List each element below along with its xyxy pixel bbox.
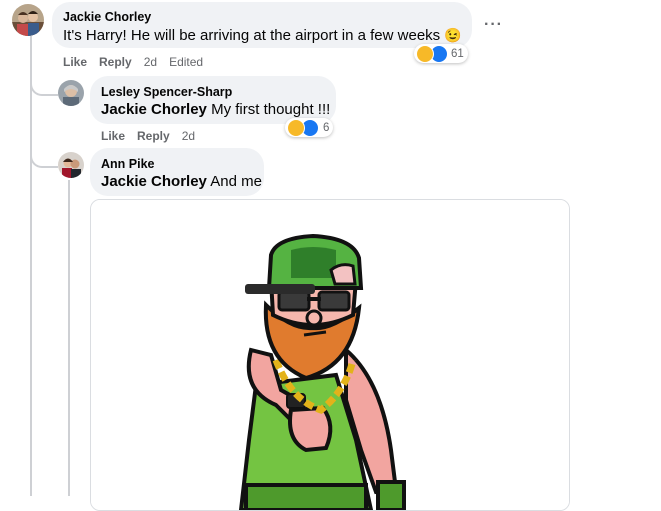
timestamp[interactable]: 2d bbox=[182, 129, 195, 143]
thread-curve-1 bbox=[30, 74, 58, 96]
comment-bubble: Lesley Spencer-Sharp Jackie Chorley My f… bbox=[90, 76, 336, 124]
comment-bubble: Jackie Chorley It's Harry! He will be ar… bbox=[52, 2, 472, 48]
avatar[interactable] bbox=[58, 80, 84, 106]
edited-label: Edited bbox=[169, 55, 204, 69]
reaction-summary[interactable]: 6 bbox=[285, 118, 334, 137]
laugh-emoji-icon bbox=[287, 118, 305, 137]
like-button[interactable]: Like bbox=[63, 55, 87, 69]
reaction-summary[interactable]: 61 bbox=[414, 44, 468, 63]
comment-body: My first thought !!! bbox=[211, 101, 331, 118]
comment-body: It's Harry! He will be arriving at the a… bbox=[63, 27, 441, 44]
avatar[interactable] bbox=[12, 4, 44, 36]
comment-body: And me bbox=[210, 173, 262, 190]
mention-link[interactable]: Jackie Chorley bbox=[101, 101, 207, 118]
reaction-count: 6 bbox=[323, 121, 330, 134]
avatar-photo bbox=[58, 80, 84, 106]
mention-link[interactable]: Jackie Chorley bbox=[101, 173, 207, 190]
thread-line bbox=[30, 36, 32, 496]
thread-curve-2 bbox=[30, 146, 58, 168]
reply-thread-line bbox=[68, 180, 70, 496]
like-button[interactable]: Like bbox=[101, 129, 125, 143]
avatar-photo bbox=[58, 152, 84, 178]
comment-text: It's Harry! He will be arriving at the a… bbox=[63, 27, 462, 44]
reply-button[interactable]: Reply bbox=[137, 129, 170, 143]
comment-author[interactable]: Ann Pike bbox=[101, 157, 155, 171]
avatar[interactable] bbox=[58, 152, 84, 178]
comment-author[interactable]: Jackie Chorley bbox=[63, 10, 151, 24]
comment-text: Jackie Chorley And me bbox=[101, 173, 262, 190]
wink-emoji: 😉 bbox=[444, 27, 462, 43]
more-options-icon[interactable]: ··· bbox=[484, 16, 503, 34]
comment-actions: Like Reply 2d Edited bbox=[63, 55, 215, 69]
laugh-emoji-icon bbox=[416, 44, 434, 63]
timestamp[interactable]: 2d bbox=[144, 55, 157, 69]
gif-attachment[interactable] bbox=[90, 199, 570, 511]
leprechaun-gif-image bbox=[91, 200, 569, 510]
comment-text: Jackie Chorley My first thought !!! bbox=[101, 101, 330, 118]
reply-button[interactable]: Reply bbox=[99, 55, 132, 69]
avatar-photo bbox=[12, 4, 44, 36]
reaction-count: 61 bbox=[451, 47, 464, 60]
comment-author[interactable]: Lesley Spencer-Sharp bbox=[101, 85, 232, 99]
comment-actions: Like Reply 2d bbox=[101, 129, 207, 143]
comment-bubble: Ann Pike Jackie Chorley And me bbox=[90, 148, 264, 196]
